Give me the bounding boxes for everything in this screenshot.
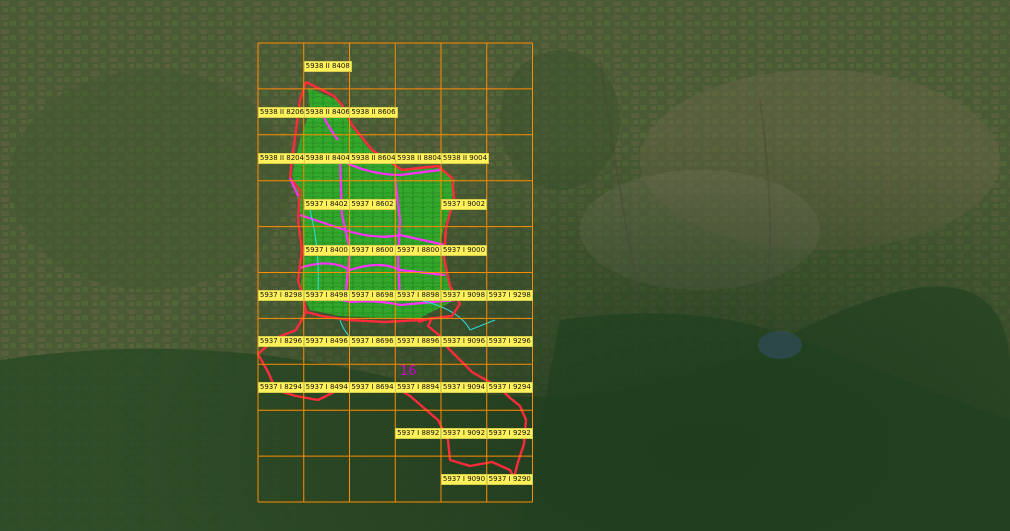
- sheet-label[interactable]: 5938 II 8408: [303, 60, 352, 72]
- sheet-label[interactable]: 5938 II 8604: [349, 152, 398, 164]
- sheet-label[interactable]: 5937 I 8294: [257, 382, 305, 394]
- sheet-label[interactable]: 5937 I 8494: [303, 382, 350, 394]
- sheet-label[interactable]: 5937 I 9090: [440, 474, 488, 486]
- sheet-label[interactable]: 5937 I 8800: [395, 244, 442, 256]
- sheet-label[interactable]: 5937 I 8296: [257, 336, 305, 348]
- sheet-label[interactable]: 5937 I 9094: [440, 382, 488, 394]
- sheet-label[interactable]: 5938 II 8606: [349, 106, 398, 118]
- sheet-label[interactable]: 5937 I 8896: [395, 336, 442, 348]
- sheet-label[interactable]: 5937 I 8694: [349, 382, 396, 394]
- sheet-label[interactable]: 5937 I 9290: [486, 474, 533, 486]
- sheet-label[interactable]: 5938 II 8406: [303, 106, 352, 118]
- sheet-label[interactable]: 5937 I 9098: [440, 290, 488, 302]
- sheet-label[interactable]: 5937 I 9000: [440, 244, 488, 256]
- sheet-label[interactable]: 5938 II 9004: [440, 152, 490, 164]
- sheet-label[interactable]: 5937 I 9096: [440, 336, 488, 348]
- sheet-label[interactable]: 5938 II 8206: [257, 106, 307, 118]
- sheet-label[interactable]: 5937 I 8898: [395, 290, 442, 302]
- sheet-label[interactable]: 5937 I 9092: [440, 428, 488, 440]
- sheet-label[interactable]: 5937 I 9298: [486, 290, 533, 302]
- sheet-label[interactable]: 5937 I 8298: [257, 290, 305, 302]
- sheet-label[interactable]: 5937 I 9292: [486, 428, 533, 440]
- sheet-label[interactable]: 5937 I 8696: [349, 336, 396, 348]
- sheet-label[interactable]: 5937 I 8400: [303, 244, 350, 256]
- sheet-label[interactable]: 5938 II 8404: [303, 152, 352, 164]
- sheet-label[interactable]: 5937 I 8402: [303, 198, 350, 210]
- sheet-label[interactable]: 5937 I 8602: [349, 198, 396, 210]
- zone-label: 16: [400, 364, 417, 379]
- sheet-label[interactable]: 5937 I 8496: [303, 336, 350, 348]
- satellite-background: [0, 0, 1010, 531]
- map-canvas[interactable]: [0, 0, 1010, 531]
- sheet-label[interactable]: 5937 I 9294: [486, 382, 533, 394]
- sheet-label[interactable]: 5938 II 8804: [395, 152, 444, 164]
- sheet-label[interactable]: 5937 I 8600: [349, 244, 396, 256]
- sheet-label[interactable]: 5937 I 8698: [349, 290, 396, 302]
- sheet-label[interactable]: 5937 I 8892: [395, 428, 442, 440]
- sheet-label[interactable]: 5937 I 9002: [440, 198, 488, 210]
- sheet-label[interactable]: 5938 II 8204: [257, 152, 307, 164]
- sheet-label[interactable]: 5937 I 8894: [395, 382, 442, 394]
- map-view[interactable]: 5938 II 8408 5938 II 8206 5938 II 8406 5938…: [0, 0, 1010, 531]
- sheet-label[interactable]: 5937 I 9296: [486, 336, 533, 348]
- sheet-label[interactable]: 5937 I 8498: [303, 290, 350, 302]
